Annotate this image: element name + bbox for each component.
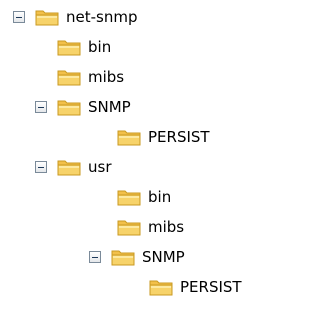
- collapse-toggle-icon[interactable]: [89, 251, 101, 263]
- folder-icon: [117, 217, 143, 237]
- tree-node-label: usr: [88, 158, 112, 176]
- tree-node-label: mibs: [148, 218, 185, 236]
- tree-node-label: net-snmp: [66, 8, 138, 26]
- tree-node-net-snmp[interactable]: net-snmp: [13, 2, 138, 32]
- tree-node-mibs[interactable]: mibs: [117, 212, 185, 242]
- tree-node-bin[interactable]: bin: [57, 32, 112, 62]
- tree-node-label: PERSIST: [180, 278, 242, 296]
- tree-node-label: bin: [88, 38, 112, 56]
- tree-node-persist[interactable]: PERSIST: [117, 122, 211, 152]
- tree-node-mibs[interactable]: mibs: [57, 62, 125, 92]
- folder-icon: [35, 7, 61, 27]
- folder-icon: [111, 247, 137, 267]
- tree-node-label: SNMP: [88, 98, 131, 116]
- tree-node-label: mibs: [88, 68, 125, 86]
- tree-node-label: SNMP: [142, 248, 185, 266]
- tree-node-bin[interactable]: bin: [117, 182, 172, 212]
- tree-node-snmp[interactable]: SNMP: [89, 242, 186, 272]
- tree-node-persist[interactable]: PERSIST: [149, 272, 243, 302]
- folder-icon: [149, 277, 175, 297]
- tree-node-label: PERSIST: [148, 128, 210, 146]
- folder-icon: [117, 127, 143, 147]
- folder-icon: [117, 187, 143, 207]
- folder-icon: [57, 97, 83, 117]
- tree-node-label: bin: [148, 188, 172, 206]
- collapse-toggle-icon[interactable]: [35, 101, 47, 113]
- folder-icon: [57, 157, 83, 177]
- tree-node-usr[interactable]: usr: [35, 152, 113, 182]
- tree-node-snmp[interactable]: SNMP: [35, 92, 132, 122]
- folder-icon: [57, 37, 83, 57]
- folder-icon: [57, 67, 83, 87]
- collapse-toggle-icon[interactable]: [35, 161, 47, 173]
- folder-tree: net-snmp bin mibs SNMP PERSIST usr bin m…: [0, 0, 269, 326]
- collapse-toggle-icon[interactable]: [13, 11, 25, 23]
